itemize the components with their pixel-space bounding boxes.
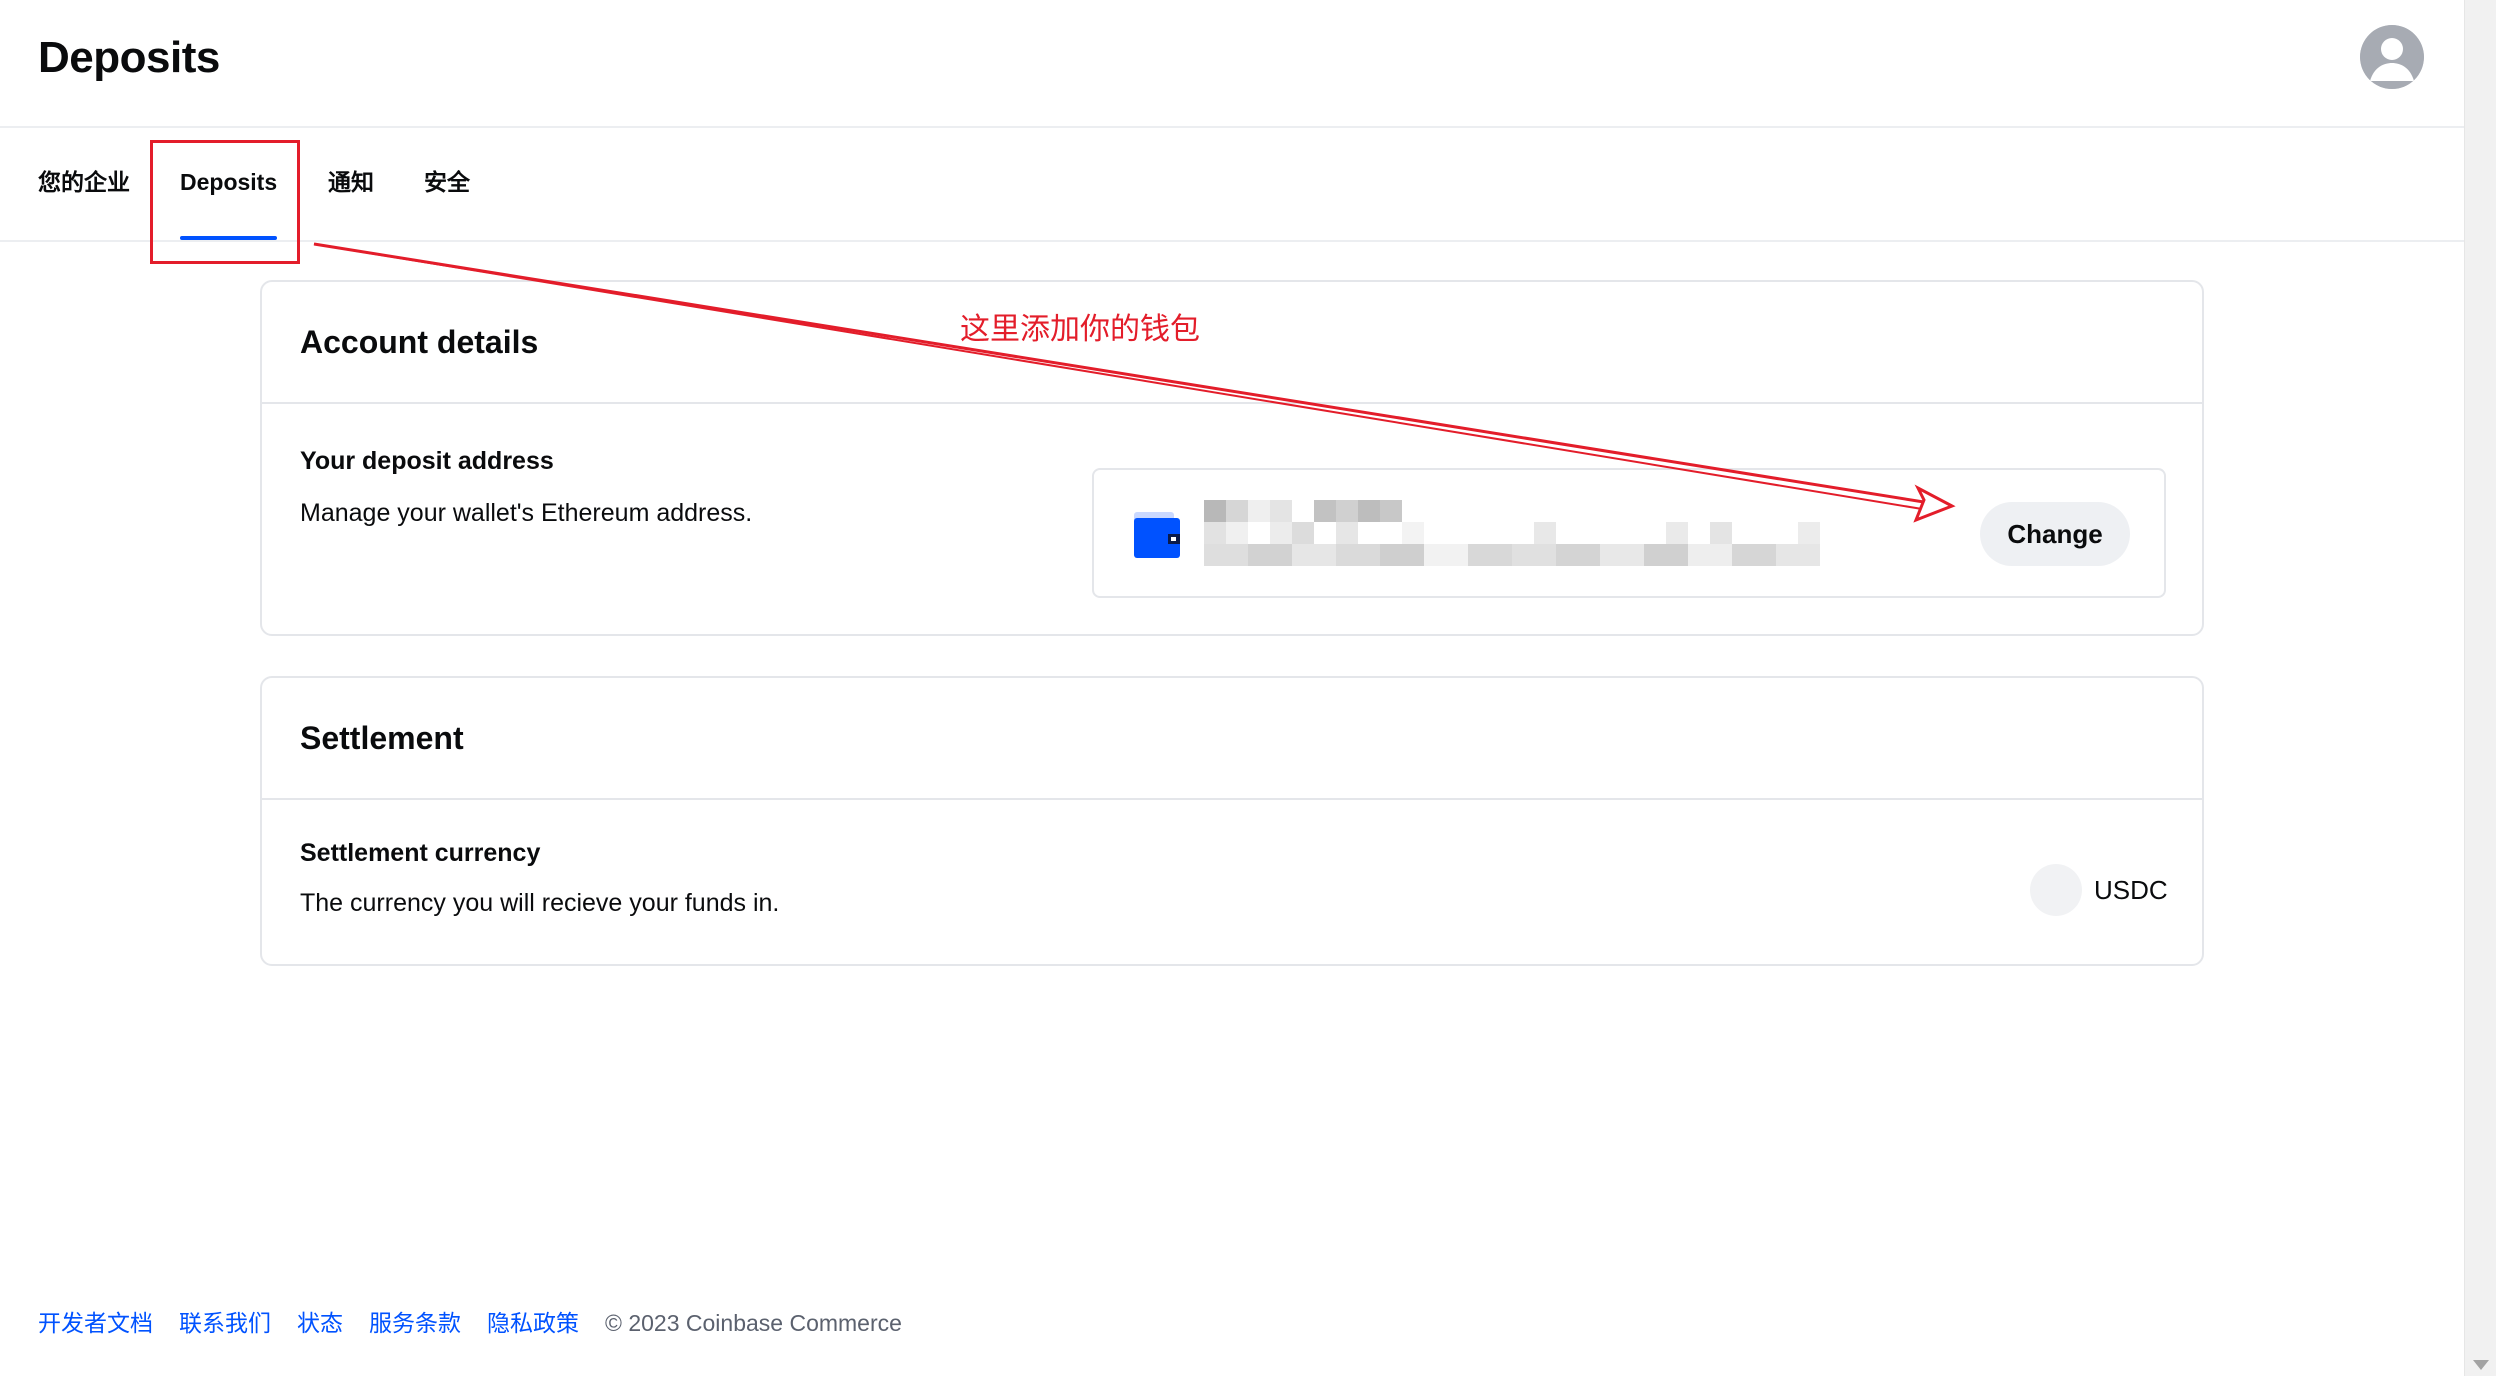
account-details-card: Account details Your deposit address Man… (260, 280, 2204, 636)
settlement-currency-label: Settlement currency (300, 839, 541, 867)
page-header: Deposits (0, 0, 2464, 128)
page-title: Deposits (38, 33, 220, 82)
account-details-header: Account details (262, 282, 2202, 404)
annotation-text: 这里添加你的钱包 (960, 313, 1200, 346)
settlement-title: Settlement (300, 720, 464, 756)
tab-deposits[interactable]: Deposits (180, 130, 278, 242)
settlement-body: Settlement currency The currency you wil… (262, 800, 2202, 966)
account-details-body: Your deposit address Manage your wallet'… (262, 404, 2202, 634)
tab-your-business[interactable]: 您的企业 (38, 130, 130, 242)
settlement-currency-description: The currency you will recieve your funds… (300, 889, 780, 917)
deposits-page: Deposits 您的企业 Deposits 通知 安全 Account det… (0, 0, 2496, 1376)
deposit-address-label: Your deposit address (300, 447, 554, 475)
footer-link-developer-docs[interactable]: 开发者文档 (38, 1306, 153, 1340)
footer-link-status[interactable]: 状态 (297, 1306, 343, 1340)
footer-link-terms[interactable]: 服务条款 (369, 1306, 461, 1340)
usdc-coin-icon (2030, 864, 2082, 916)
wallet-address-box: Change (1092, 468, 2166, 598)
blurred-wallet-address (1204, 500, 1824, 570)
footer-link-privacy[interactable]: 隐私政策 (487, 1306, 579, 1340)
user-avatar-icon[interactable] (2360, 25, 2424, 89)
account-details-title: Account details (300, 324, 539, 360)
page-footer: 开发者文档 联系我们 状态 服务条款 隐私政策 © 2023 Coinbase … (38, 1306, 902, 1340)
wallet-icon (1132, 510, 1182, 560)
settlement-currency-value: USDC (2094, 875, 2168, 905)
footer-link-contact-us[interactable]: 联系我们 (179, 1306, 271, 1340)
settings-tabs: 您的企业 Deposits 通知 安全 (0, 130, 2464, 242)
tab-notifications[interactable]: 通知 (328, 130, 374, 242)
scroll-down-arrow-icon[interactable] (2473, 1360, 2489, 1370)
footer-copyright: © 2023 Coinbase Commerce (605, 1310, 902, 1336)
tab-security[interactable]: 安全 (424, 130, 470, 242)
deposit-address-description: Manage your wallet's Ethereum address. (300, 499, 753, 527)
vertical-scrollbar[interactable] (2464, 0, 2496, 1376)
settlement-header: Settlement (262, 678, 2202, 800)
change-wallet-button[interactable]: Change (1980, 502, 2130, 566)
settlement-card: Settlement Settlement currency The curre… (260, 676, 2204, 966)
